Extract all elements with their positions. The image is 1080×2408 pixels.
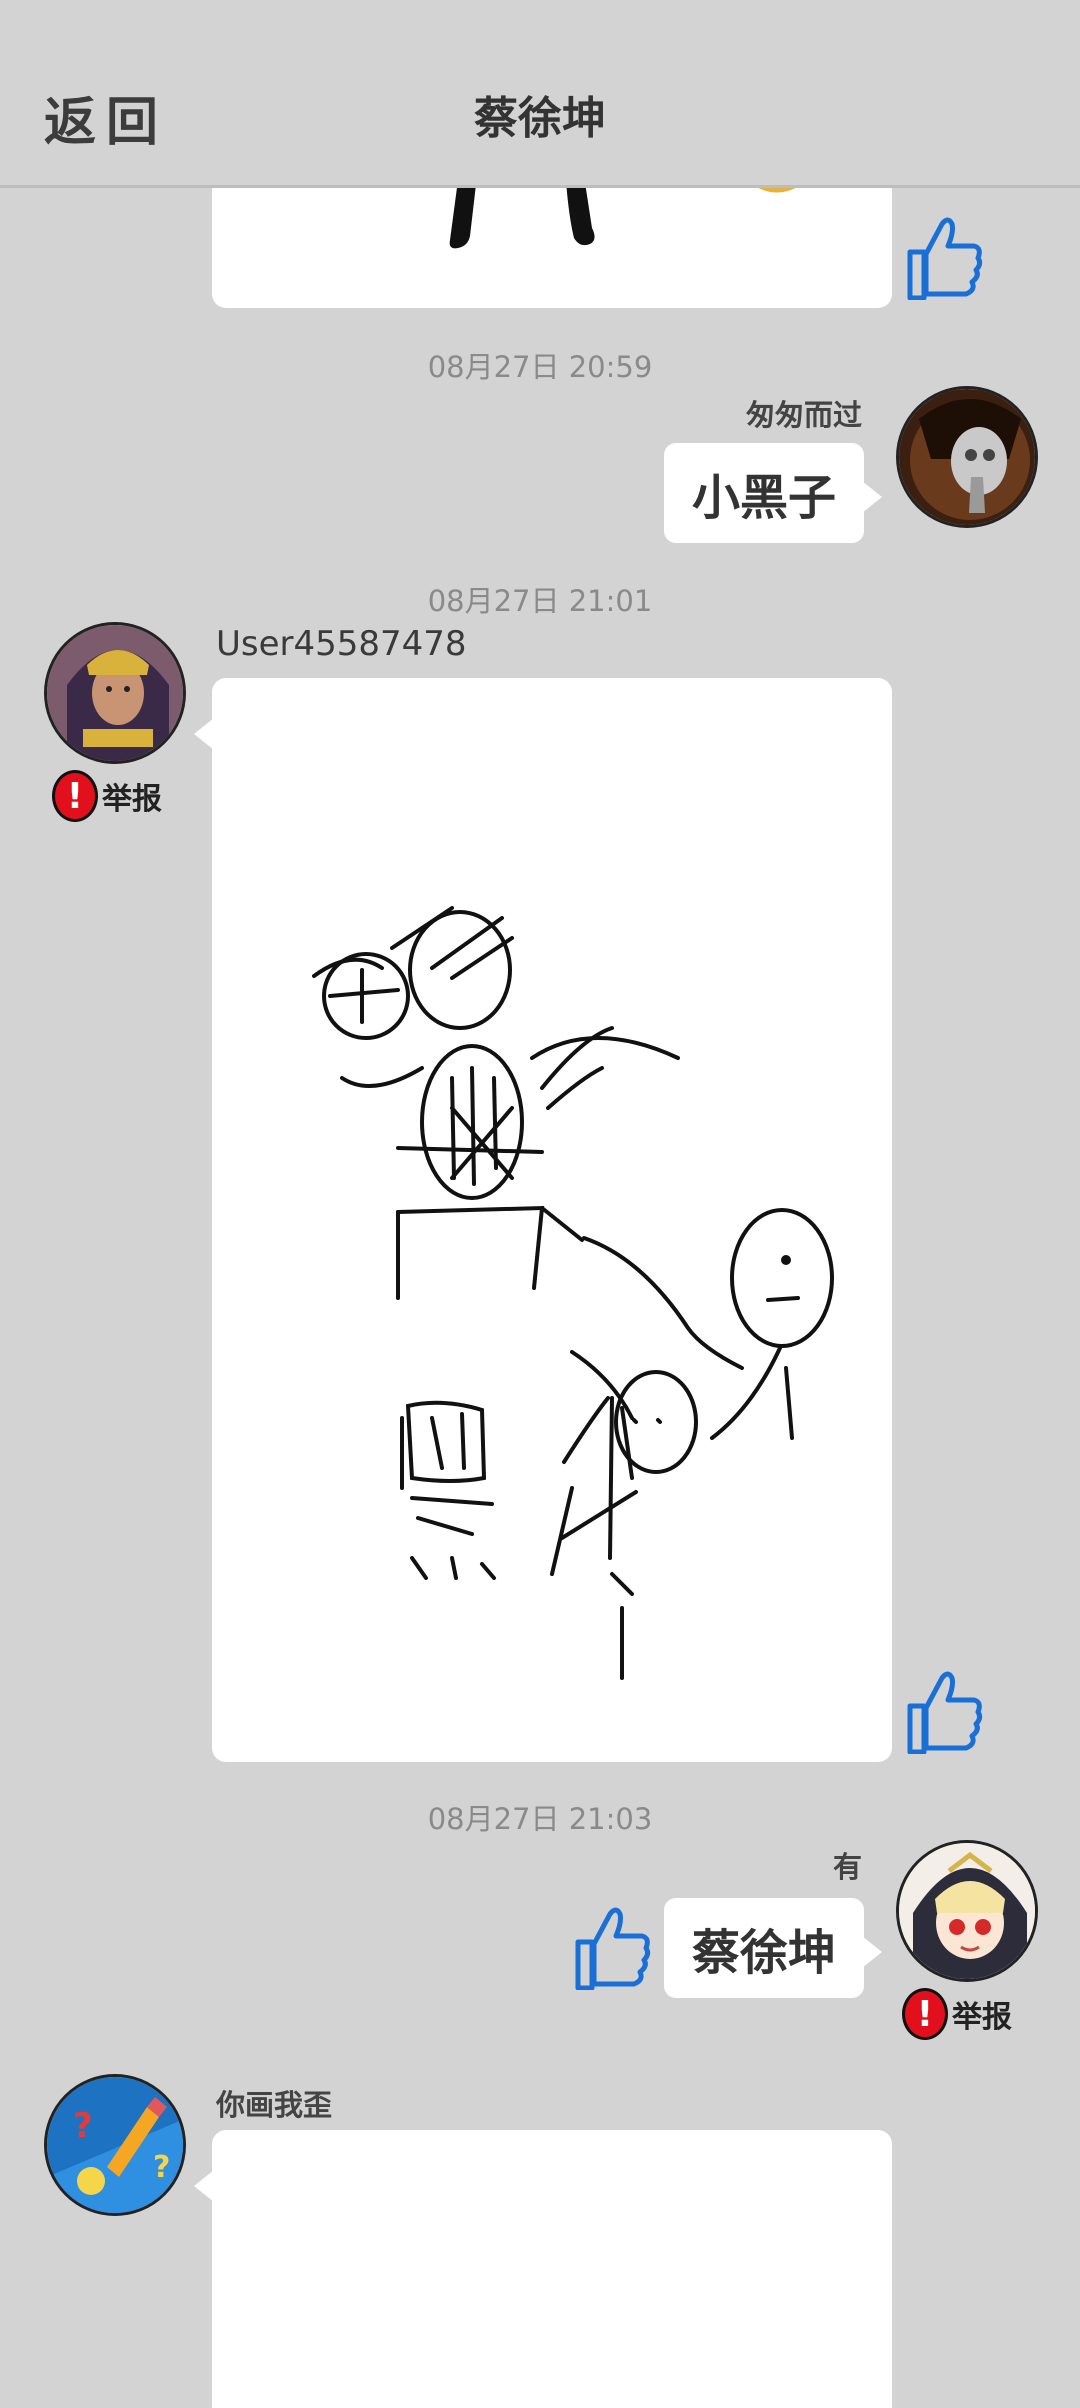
avatar[interactable] — [896, 386, 1038, 528]
message-text: 小黑子 — [691, 470, 836, 526]
report-label: 举报 — [952, 2000, 1012, 2035]
top-bar: 返回 蔡徐坤 — [0, 0, 1080, 188]
exclamation-icon: ! — [52, 770, 98, 822]
avatar[interactable] — [896, 1840, 1038, 1982]
page-title: 蔡徐坤 — [474, 93, 606, 144]
avatar-image — [47, 625, 183, 761]
exclamation-icon: ! — [902, 1988, 948, 2040]
avatar-image — [899, 1843, 1035, 1979]
report-button[interactable]: ! 举报 — [52, 770, 162, 822]
avatar-image: ? ? — [47, 2077, 183, 2213]
drawing-card[interactable] — [194, 2130, 892, 2408]
avatar[interactable] — [44, 622, 186, 764]
like-thumbs-up-icon[interactable] — [572, 1904, 652, 1990]
message-text: 蔡徐坤 — [691, 1925, 836, 1981]
message-timestamp: 08月27日 21:01 — [427, 584, 653, 618]
message-bubble[interactable]: 蔡徐坤 — [664, 1898, 882, 1998]
sender-name: User45587478 — [216, 624, 467, 664]
message-bubble[interactable]: 小黑子 — [664, 443, 882, 543]
avatar[interactable]: ? ? — [44, 2074, 186, 2216]
drawing-image — [312, 906, 834, 1680]
sender-name: 有 — [832, 1850, 862, 1884]
like-thumbs-up-icon[interactable] — [904, 214, 984, 300]
avatar-image — [899, 389, 1035, 525]
sender-name: 你画我歪 — [216, 2088, 333, 2122]
svg-text:?: ? — [73, 2106, 93, 2146]
like-thumbs-up-icon[interactable] — [904, 1668, 984, 1754]
drawing-card[interactable] — [194, 678, 892, 1762]
sender-name: 匆匆而过 — [745, 398, 862, 432]
message-timestamp: 08月27日 21:03 — [427, 1802, 653, 1836]
report-label: 举报 — [102, 782, 162, 817]
message-timestamp: 08月27日 20:59 — [427, 350, 653, 384]
svg-text:?: ? — [153, 2150, 170, 2185]
report-button[interactable]: ! 举报 — [902, 1988, 1012, 2040]
